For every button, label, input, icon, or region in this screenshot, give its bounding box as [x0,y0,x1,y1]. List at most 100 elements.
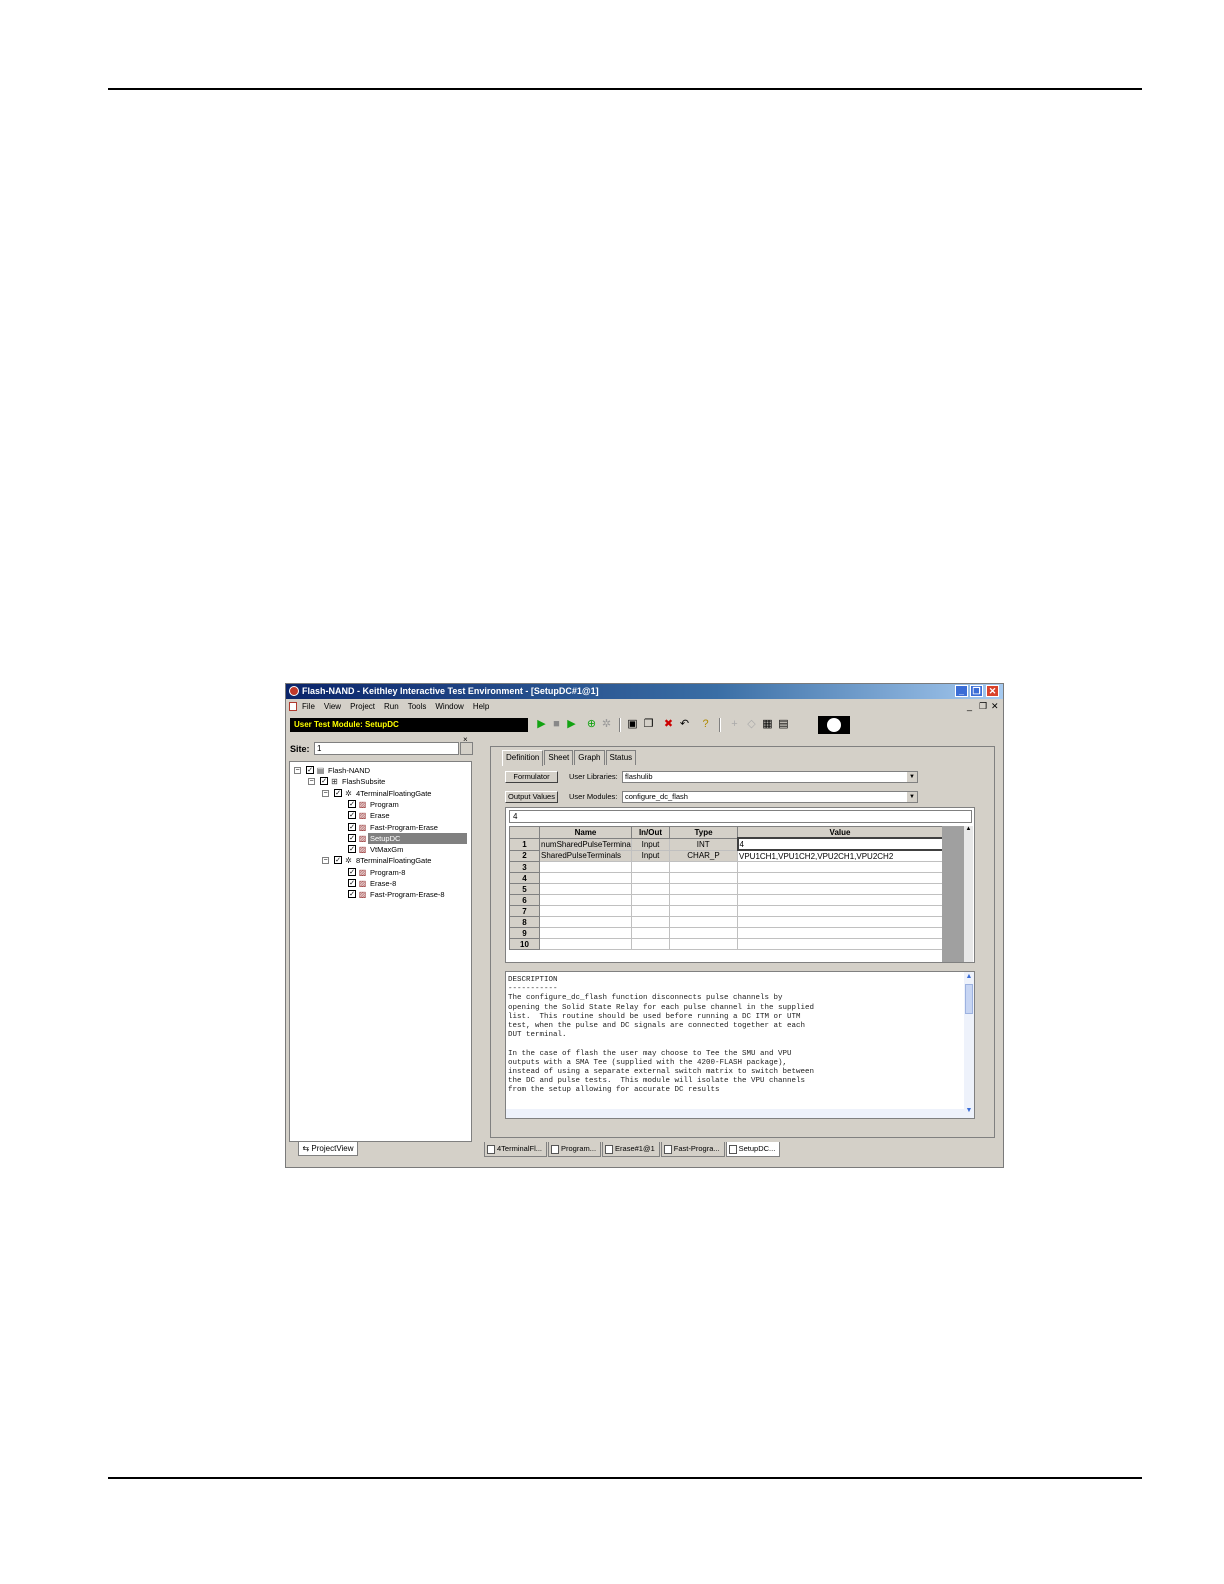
column-header-name[interactable]: Name [539,826,632,839]
tree-node[interactable]: ✓ ▨ VtMaxGm [290,844,471,855]
cell-value[interactable] [737,872,943,884]
delete-icon[interactable]: ✖ [662,718,675,731]
table-row[interactable]: 7 [509,905,943,917]
diamond-icon[interactable]: ◇ [745,718,758,731]
column-header-value[interactable]: Value [737,826,943,839]
tree-node[interactable]: − ✓ ▤ Flash-NAND [290,765,471,776]
cell-type[interactable] [669,883,738,895]
cell-inout[interactable] [631,872,670,884]
tree-node[interactable]: ✓ ▨ Program [290,799,471,810]
cell-value[interactable] [737,905,943,917]
menu-file[interactable]: File [302,700,315,713]
tree-node[interactable]: ✓ ▨ Erase-8 [290,878,471,889]
cell-name[interactable] [539,883,632,895]
help-icon[interactable]: ? [699,718,712,731]
graph-icon[interactable]: ▦ [761,718,774,731]
cell-inout[interactable] [631,883,670,895]
cell-type[interactable] [669,872,738,884]
project-run-icon[interactable]: ✲ [600,718,613,731]
output-values-button[interactable]: Output Values [505,791,558,803]
minimize-button[interactable]: _ [955,685,968,697]
run-icon[interactable]: ▶ [535,718,548,731]
kite-icon[interactable] [818,716,850,734]
menu-view[interactable]: View [324,700,341,713]
cell-inout[interactable] [631,938,670,950]
cell-type[interactable] [669,905,738,917]
tree-checkbox[interactable]: ✓ [348,890,356,899]
tab-definition[interactable]: Definition [502,750,544,766]
table-row[interactable]: 9 [509,927,943,939]
tree-checkbox[interactable]: ✓ [348,799,356,808]
tree-checkbox[interactable]: ✓ [348,822,356,831]
tree-expander-icon[interactable]: − [294,767,301,774]
table-row[interactable]: 10 [509,938,943,950]
column-header-type[interactable]: Type [669,826,738,839]
cell-type[interactable] [669,938,738,950]
cell-type[interactable]: INT [669,837,738,851]
table-row[interactable]: 5 [509,883,943,895]
cell-inout[interactable] [631,894,670,906]
tree-node[interactable]: ✓ ▨ SetupDC [290,832,471,844]
document-tab[interactable]: Program... [548,1142,602,1157]
table-row[interactable]: 8 [509,916,943,928]
doc-icon[interactable]: ▤ [777,718,790,731]
tree-node[interactable]: ✓ ▨ Erase [290,810,471,821]
tree-checkbox[interactable]: ✓ [348,867,356,876]
cell-inout[interactable] [631,927,670,939]
document-tab[interactable]: Fast-Progra... [660,1142,725,1157]
cell-inout[interactable] [631,861,670,873]
save-icon[interactable]: ▣ [626,718,639,731]
append-icon[interactable]: ⊕ [585,718,598,731]
cell-value[interactable] [737,938,943,950]
cell-edit-field[interactable]: 4 [509,810,972,823]
cell-name[interactable] [539,916,632,928]
tab-sheet[interactable]: Sheet [544,750,574,765]
user-modules-select[interactable]: configure_dc_flash ▼ [622,791,918,803]
menu-project[interactable]: Project [350,700,375,713]
document-icon[interactable] [289,702,297,711]
scroll-down-icon[interactable]: ▼ [964,1107,974,1115]
run-step-icon[interactable]: ▶ [565,718,578,731]
cell-name[interactable] [539,872,632,884]
description-hscrollbar[interactable] [506,1109,964,1118]
tree-expander-icon[interactable]: − [322,789,329,797]
scroll-thumb[interactable] [965,984,973,1014]
cell-type[interactable]: CHAR_P [669,849,738,862]
tree-node[interactable]: ✓ ▨ Fast-Program-Erase-8 [290,889,471,900]
tree-checkbox[interactable]: ✓ [348,811,356,820]
tree-expander-icon[interactable]: − [322,857,329,865]
cell-value[interactable] [737,927,943,939]
cell-type[interactable] [669,894,738,906]
tab-project-view[interactable]: ⇆ ProjectView [298,1142,358,1156]
tree-checkbox[interactable]: ✓ [334,856,342,865]
cell-type[interactable] [669,927,738,939]
stop-icon[interactable]: ■ [550,718,563,731]
tree-checkbox[interactable]: ✓ [348,833,356,842]
cell-name[interactable] [539,938,632,950]
table-row[interactable]: 6 [509,894,943,906]
tree-expander-icon[interactable]: − [308,778,315,786]
grid-scrollbar[interactable]: ▲ [964,826,973,962]
table-row[interactable]: 3 [509,861,943,873]
cell-name[interactable] [539,927,632,939]
menu-run[interactable]: Run [384,700,399,713]
tab-status[interactable]: Status [605,750,637,765]
tree-node[interactable]: ✓ ▨ Fast-Program-Erase [290,822,471,833]
save-all-icon[interactable]: ❐ [642,718,655,731]
mdi-close-button[interactable]: ✕ [991,700,999,713]
tree-node[interactable]: − ✓ ✲ 4TerminalFloatingGate [290,788,471,799]
undo-icon[interactable]: ↶ [678,718,691,731]
tree-node[interactable]: − ✓ ✲ 8TerminalFloatingGate [290,855,471,866]
cell-value[interactable] [737,894,943,906]
cell-name[interactable] [539,894,632,906]
cell-name[interactable]: SharedPulseTerminals [539,849,632,862]
tree-checkbox[interactable]: ✓ [306,766,314,774]
cell-inout[interactable]: Input [631,837,670,851]
cell-value[interactable] [737,883,943,895]
scroll-up-icon[interactable]: ▲ [964,973,974,981]
document-tab[interactable]: Erase#1@1 [602,1142,660,1157]
table-row[interactable]: 1 numSharedPulseTerminals Input INT 4 [509,837,944,851]
tree-node[interactable]: ✓ ▨ Program-8 [290,867,471,878]
menu-help[interactable]: Help [473,700,489,713]
formulator-button[interactable]: Formulator [505,771,558,783]
